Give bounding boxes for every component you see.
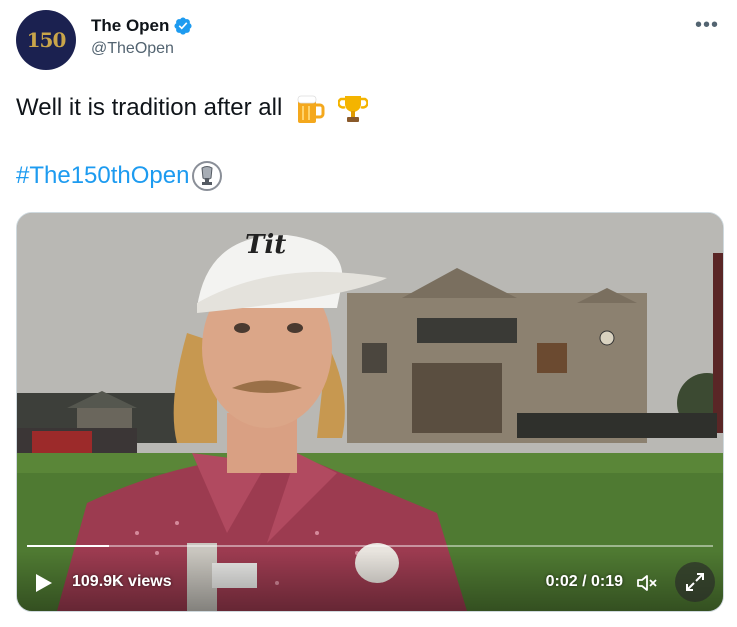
avatar[interactable]: 150: [16, 10, 76, 70]
mute-icon[interactable]: [635, 571, 659, 595]
tweet-text: Well it is tradition after all: [16, 90, 368, 126]
more-options-icon[interactable]: •••: [695, 14, 719, 37]
display-name[interactable]: The Open: [91, 16, 169, 36]
trophy-icon: [337, 95, 368, 122]
verified-badge-icon: [174, 17, 192, 35]
view-count: 109.9K views: [72, 573, 172, 590]
expand-icon: [686, 573, 704, 591]
video-time: 0:02 / 0:19: [545, 573, 623, 590]
video-progress-bar[interactable]: [27, 545, 713, 547]
fullscreen-button[interactable]: [675, 562, 715, 602]
play-icon[interactable]: [35, 573, 53, 593]
hashtag-text[interactable]: #The150thOpen: [16, 162, 189, 190]
beer-mug-icon: [297, 95, 325, 123]
video-player[interactable]: Tit 109.9K views 0:02 / 0:19: [16, 212, 724, 612]
video-progress-fill: [27, 545, 110, 547]
claret-jug-icon: [192, 161, 223, 191]
author-block[interactable]: The Open @TheOpen: [91, 16, 193, 58]
svg-text:Tit: Tit: [245, 230, 286, 260]
handle[interactable]: @TheOpen: [91, 40, 193, 58]
tweet-body: Well it is tradition after all: [16, 94, 283, 121]
avatar-logo-text: 150: [26, 28, 67, 52]
hashtag-link[interactable]: #The150thOpen: [16, 160, 223, 192]
display-name-row[interactable]: The Open: [91, 16, 193, 36]
